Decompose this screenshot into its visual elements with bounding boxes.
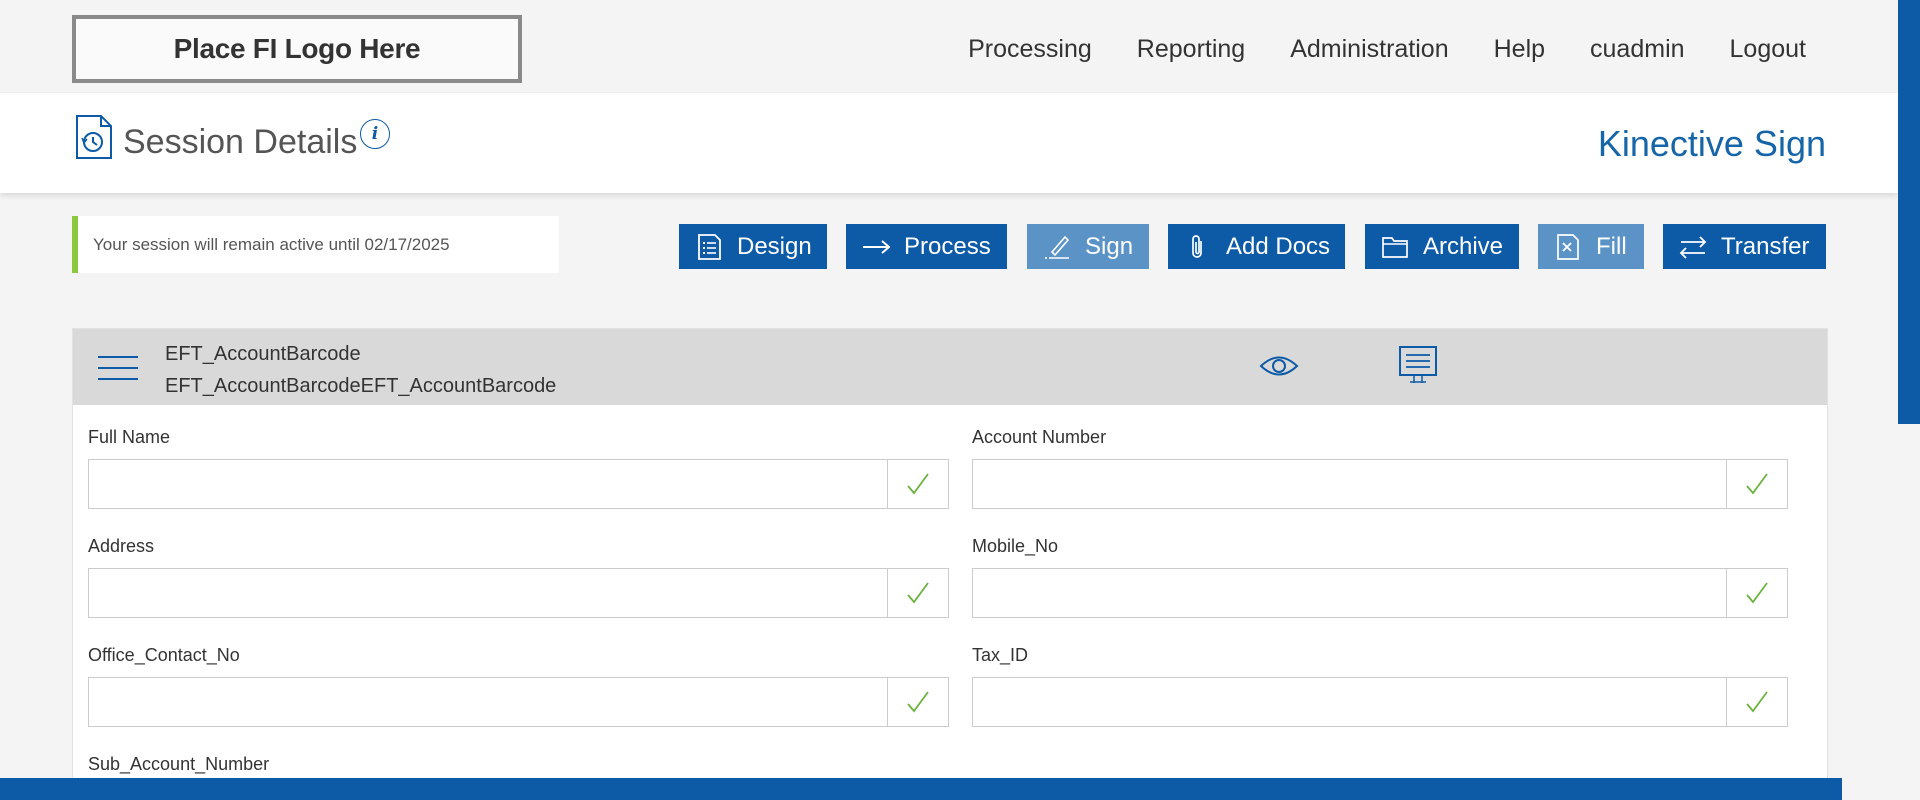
session-notice: Your session will remain active until 02… — [72, 216, 559, 273]
office-contact-no-label: Office_Contact_No — [88, 645, 240, 665]
tax-id-check[interactable] — [1726, 678, 1787, 726]
mobile-no-field — [972, 568, 1788, 618]
nav-reporting[interactable]: Reporting — [1137, 35, 1245, 64]
checkmark-icon — [907, 582, 929, 604]
transfer-arrows-icon — [1679, 235, 1707, 259]
tax-id-field — [972, 677, 1788, 727]
transfer-button[interactable]: Transfer — [1663, 224, 1826, 269]
design-button-label: Design — [737, 232, 812, 260]
paperclip-icon — [1192, 234, 1202, 258]
tax-id-label: Tax_ID — [972, 645, 1029, 665]
arrow-right-icon — [863, 239, 890, 254]
tax-id-input[interactable] — [973, 678, 1726, 726]
pen-icon — [1045, 235, 1070, 259]
full-name-input[interactable] — [89, 460, 887, 508]
nav-logout[interactable]: Logout — [1730, 35, 1806, 64]
info-icon[interactable]: i — [360, 119, 390, 149]
nav-processing[interactable]: Processing — [968, 35, 1092, 64]
nav-help[interactable]: Help — [1494, 35, 1545, 64]
page-title: Session Details — [123, 123, 358, 161]
full-name-label: Full Name — [88, 427, 171, 447]
archive-button-label: Archive — [1423, 232, 1504, 260]
checkmark-icon — [1746, 691, 1768, 713]
account-number-field — [972, 459, 1788, 509]
title-band: Session Details i Kinective Sign — [0, 93, 1898, 193]
fill-button-label: Fill — [1596, 232, 1627, 260]
full-name-field — [88, 459, 949, 509]
address-label: Address — [88, 536, 155, 556]
process-button[interactable]: Process — [846, 224, 1007, 269]
document-header: EFT_AccountBarcode EFT_AccountBarcodeEFT… — [73, 329, 1827, 405]
design-button[interactable]: Design — [679, 224, 827, 269]
top-header: Place FI Logo Here Processing Reporting … — [0, 0, 1898, 93]
checkmark-icon — [907, 473, 929, 495]
document-history-icon — [76, 115, 112, 159]
brand-name: Kinective Sign — [1597, 123, 1826, 164]
sign-button[interactable]: Sign — [1027, 224, 1149, 269]
folder-icon — [1382, 236, 1408, 258]
archive-button[interactable]: Archive — [1365, 224, 1519, 269]
vertical-scrollbar-thumb[interactable] — [1898, 0, 1920, 424]
sign-button-label: Sign — [1085, 232, 1134, 260]
address-check[interactable] — [887, 569, 948, 617]
sub-account-number-label: Sub_Account_Number — [88, 754, 270, 774]
bottom-bar — [0, 778, 1842, 800]
fill-button[interactable]: Fill — [1538, 224, 1644, 269]
office-contact-no-field — [88, 677, 949, 727]
account-number-check[interactable] — [1726, 460, 1787, 508]
address-input[interactable] — [89, 569, 887, 617]
add-docs-button-label: Add Docs — [1226, 232, 1331, 260]
mobile-no-label: Mobile_No — [972, 536, 1059, 556]
office-contact-no-input[interactable] — [89, 678, 887, 726]
nav-user[interactable]: cuadmin — [1590, 35, 1685, 64]
process-button-label: Process — [904, 232, 991, 260]
mobile-no-input[interactable] — [973, 569, 1726, 617]
add-docs-button[interactable]: Add Docs — [1168, 224, 1345, 269]
menu-icon[interactable] — [98, 356, 138, 380]
eye-icon[interactable] — [1259, 351, 1299, 381]
address-field — [88, 568, 949, 618]
office-contact-no-check[interactable] — [887, 678, 948, 726]
logo-placeholder: Place FI Logo Here — [72, 15, 522, 83]
mobile-no-check[interactable] — [1726, 569, 1787, 617]
account-number-input[interactable] — [973, 460, 1726, 508]
presentation-screen-icon[interactable] — [1398, 345, 1438, 385]
checkmark-icon — [1746, 473, 1768, 495]
document-subtitle: EFT_AccountBarcodeEFT_AccountBarcode — [165, 375, 557, 397]
main-nav: Processing Reporting Administration Help… — [968, 35, 1806, 64]
document-name: EFT_AccountBarcode — [165, 343, 361, 365]
document-panel: EFT_AccountBarcode EFT_AccountBarcodeEFT… — [72, 328, 1828, 800]
nav-administration[interactable]: Administration — [1290, 35, 1448, 64]
checkmark-icon — [907, 691, 929, 713]
transfer-button-label: Transfer — [1721, 232, 1810, 260]
full-name-check[interactable] — [887, 460, 948, 508]
document-x-icon — [1557, 233, 1579, 260]
checkmark-icon — [1746, 582, 1768, 604]
list-document-icon — [698, 233, 721, 260]
vertical-scrollbar-track[interactable] — [1898, 424, 1920, 800]
account-number-label: Account Number — [972, 427, 1107, 447]
